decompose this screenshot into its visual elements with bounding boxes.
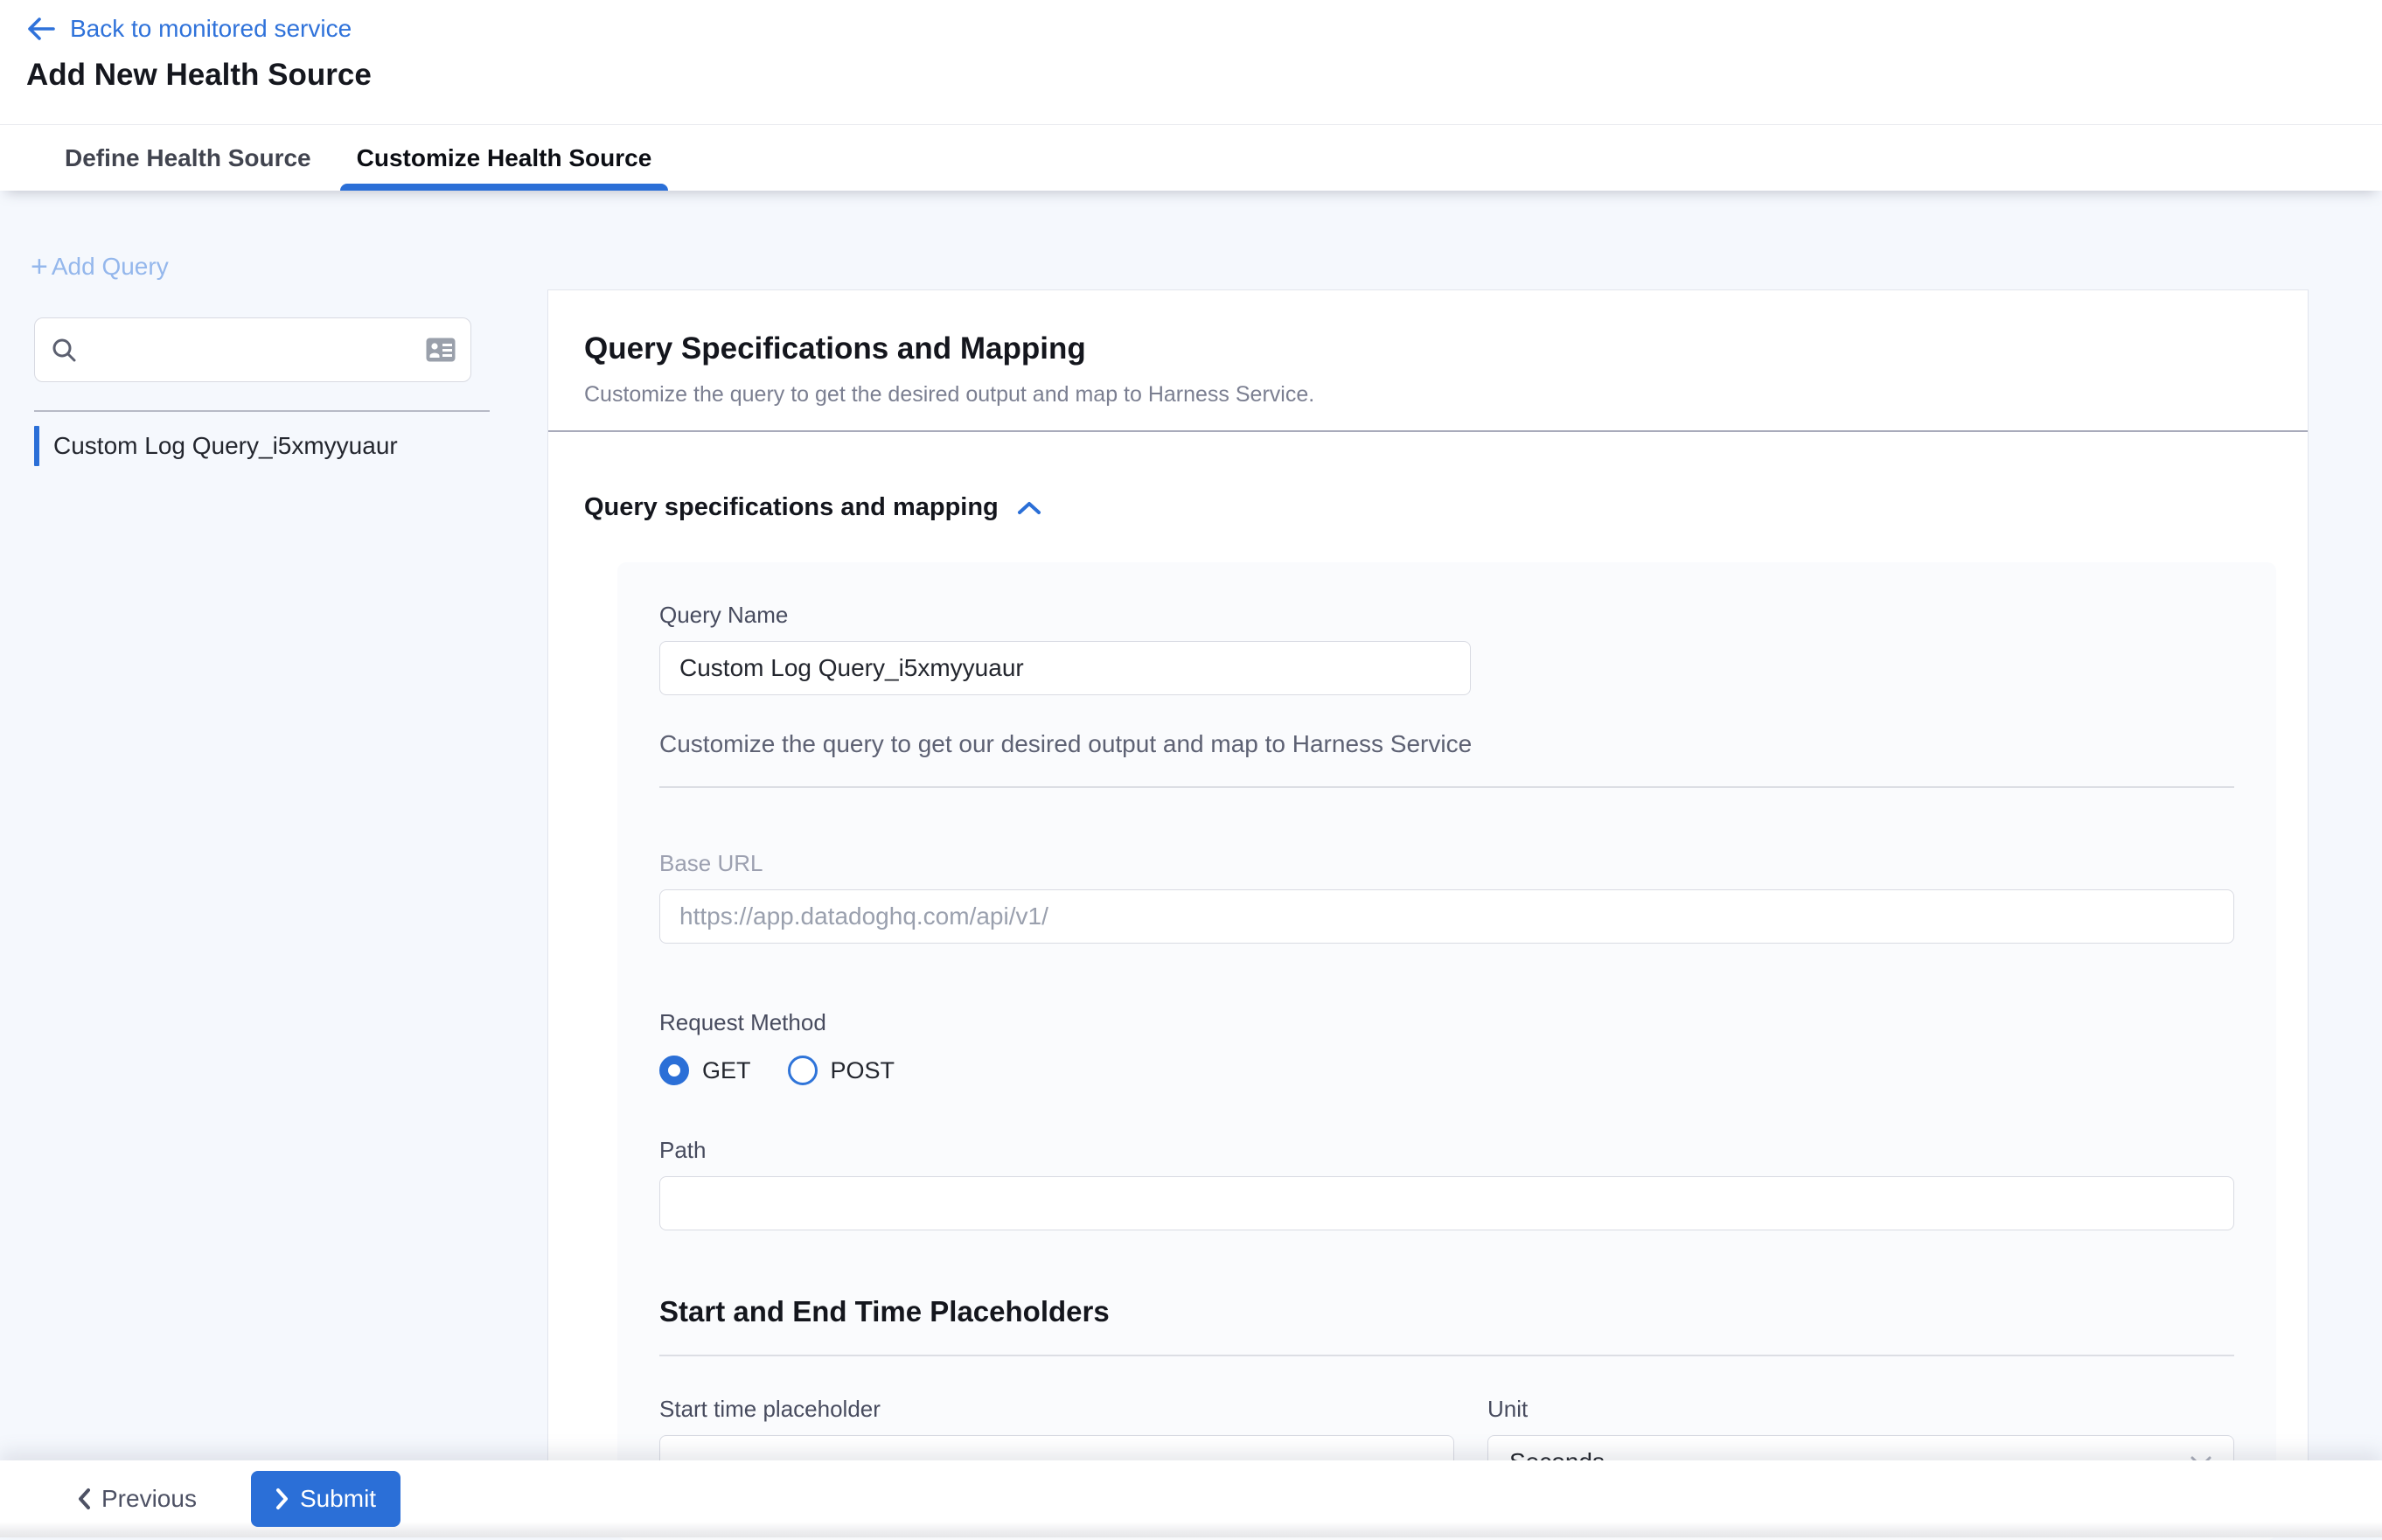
submit-button[interactable]: Submit [251, 1471, 400, 1527]
tab-bar: Define Health Source Customize Health So… [0, 124, 2382, 191]
time-placeholders-heading: Start and End Time Placeholders [659, 1295, 2234, 1328]
tab-define-health-source[interactable]: Define Health Source [48, 125, 328, 191]
radio-get-label: GET [702, 1057, 751, 1084]
footer-bar: Previous Submit [0, 1460, 2382, 1537]
section-heading: Query specifications and mapping [584, 493, 999, 522]
add-query-button[interactable]: + Add Query [31, 253, 169, 281]
radio-post-label: POST [831, 1057, 895, 1084]
content-area: + Add Query Custom Log Query_i5xmyy [0, 191, 2382, 1537]
tab-customize-health-source[interactable]: Customize Health Source [340, 125, 669, 191]
panel-title: Query Specifications and Mapping [584, 331, 2272, 367]
page-header: Back to monitored service Add New Health… [0, 0, 2382, 124]
submit-button-label: Submit [300, 1485, 376, 1513]
query-item-label: Custom Log Query_i5xmyyuaur [53, 432, 398, 460]
query-name-input[interactable] [659, 641, 1471, 695]
query-name-label: Query Name [659, 601, 2234, 629]
main-panel: Query Specifications and Mapping Customi… [547, 289, 2309, 1537]
previous-button-label: Previous [101, 1485, 197, 1513]
panel-body: Query specifications and mapping Query N… [548, 432, 2308, 1540]
card-divider [659, 1355, 2234, 1356]
radio-get-selected-icon [659, 1056, 689, 1085]
request-method-radio-group: GET POST [659, 1056, 2234, 1085]
card-divider [659, 786, 2234, 788]
sidebar-divider [34, 410, 490, 412]
chevron-right-icon [275, 1488, 289, 1510]
search-icon [51, 337, 77, 363]
back-link-label: Back to monitored service [70, 14, 352, 44]
panel-header: Query Specifications and Mapping Customi… [548, 290, 2308, 408]
path-label: Path [659, 1136, 2234, 1164]
previous-button[interactable]: Previous [77, 1485, 197, 1513]
query-search-box [34, 317, 471, 382]
back-link[interactable]: Back to monitored service [26, 14, 352, 44]
search-input[interactable] [89, 336, 425, 364]
selected-indicator-bar [34, 426, 39, 466]
panel-subtitle: Customize the query to get the desired o… [584, 381, 2272, 408]
radio-option-get[interactable]: GET [659, 1056, 751, 1085]
query-list-item[interactable]: Custom Log Query_i5xmyyuaur [34, 424, 547, 468]
section-collapse-toggle[interactable]: Query specifications and mapping [584, 493, 1042, 522]
chevron-up-icon [1016, 499, 1042, 517]
request-method-label: Request Method [659, 1008, 2234, 1036]
chevron-left-icon [77, 1488, 91, 1510]
base-url-label: Base URL [659, 849, 2234, 877]
query-sidebar: + Add Query Custom Log Query_i5xmyy [0, 191, 547, 1537]
path-input[interactable] [659, 1176, 2234, 1230]
back-arrow-icon [26, 17, 56, 41]
query-list: Custom Log Query_i5xmyyuaur [34, 424, 547, 468]
radio-post-unselected-icon [788, 1056, 818, 1085]
plus-icon: + [31, 254, 48, 279]
page-title: Add New Health Source [26, 58, 2382, 93]
base-url-input[interactable] [659, 889, 2234, 944]
start-time-label: Start time placeholder [659, 1395, 1454, 1423]
add-query-label: Add Query [52, 253, 169, 281]
radio-option-post[interactable]: POST [788, 1056, 895, 1085]
query-form-card: Query Name Customize the query to get ou… [617, 562, 2276, 1540]
unit-label: Unit [1487, 1395, 2234, 1423]
query-helper-text: Customize the query to get our desired o… [659, 730, 2234, 758]
contact-card-icon[interactable] [425, 337, 456, 363]
